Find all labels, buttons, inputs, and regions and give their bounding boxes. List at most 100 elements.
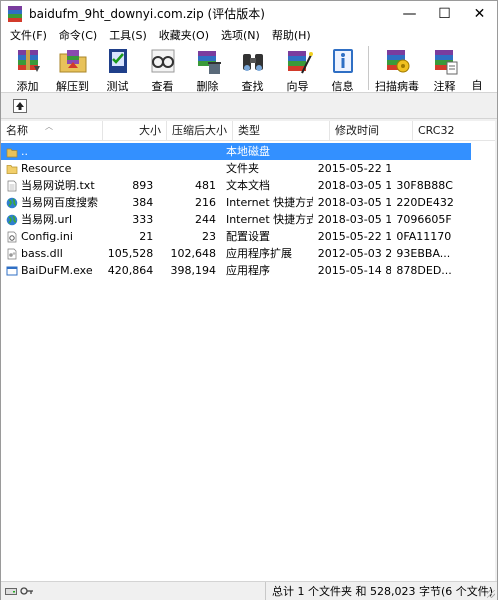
info-label: 信息 xyxy=(331,80,354,93)
delete-button[interactable]: 删除 xyxy=(185,43,230,93)
file-packed-size: 23 xyxy=(201,230,216,243)
status-left-pane xyxy=(1,582,266,600)
add-button[interactable]: 添加 xyxy=(5,43,50,93)
file-row[interactable]: Config.ini 21 23 配置设置 2015-05-22 1... 0FA1117… xyxy=(1,228,471,245)
column-type[interactable]: 类型 xyxy=(233,121,330,141)
file-size xyxy=(98,143,159,160)
column-modified-label: 修改时间 xyxy=(335,124,379,137)
column-modified[interactable]: 修改时间 xyxy=(330,121,413,141)
up-arrow-icon xyxy=(16,102,24,110)
file-size xyxy=(98,160,159,177)
maximize-button[interactable]: ☐ xyxy=(427,1,462,26)
file-size: 384 xyxy=(132,196,154,209)
add-label: 添加 xyxy=(16,80,39,93)
resize-grip[interactable] xyxy=(487,590,495,598)
sfx-button[interactable]: 自 xyxy=(467,43,487,93)
view-label: 查看 xyxy=(151,80,174,93)
test-icon xyxy=(102,46,134,76)
wizard-icon xyxy=(282,46,314,76)
file-size: 420,864 xyxy=(107,264,154,277)
file-crc32: 30F8B88C xyxy=(396,179,453,192)
text-file-icon xyxy=(6,180,18,192)
close-button[interactable]: ✕ xyxy=(462,1,497,26)
file-row[interactable]: Resource 文件夹 2015-05-22 1... xyxy=(1,160,471,177)
file-name: bass.dll xyxy=(1,245,98,262)
info-button[interactable]: 信息 xyxy=(320,43,365,93)
file-crc32: 93EBBA... xyxy=(396,247,451,260)
file-modified: 2012-05-03 2... xyxy=(317,247,392,260)
file-row[interactable]: bass.dll 105,528 102,648 应用程序扩展 2012-05-03 2… xyxy=(1,245,471,262)
status-bar: 总计 1 个文件夹 和 528,023 字节(6 个文件) xyxy=(1,581,497,600)
file-name-text: BaiDuFM.exe xyxy=(21,264,93,277)
menu-commands[interactable]: 命令(C) xyxy=(53,27,103,43)
menu-favorites[interactable]: 收藏夹(O) xyxy=(153,27,215,43)
column-size-label: 大小 xyxy=(139,124,161,137)
menu-tools[interactable]: 工具(S) xyxy=(103,27,153,43)
column-crc32-label: CRC32 xyxy=(418,124,455,137)
menu-file[interactable]: 文件(F) xyxy=(4,27,53,43)
key-icon xyxy=(20,587,33,595)
find-binoculars-icon xyxy=(237,46,269,76)
minimize-button[interactable]: — xyxy=(392,1,427,26)
extract-folder-icon xyxy=(57,46,89,76)
vertical-scrollbar[interactable] xyxy=(495,121,497,581)
scan-virus-label: 扫描病毒 xyxy=(375,80,419,93)
find-button[interactable]: 查找 xyxy=(230,43,275,93)
info-icon xyxy=(327,46,359,76)
extract-to-button[interactable]: 解压到 xyxy=(50,43,95,93)
file-row[interactable]: 当易网百度搜索... 384 216 Internet 快捷方式 2018-03-05 … xyxy=(1,194,471,211)
scan-virus-icon xyxy=(381,46,413,76)
internet-shortcut-icon xyxy=(6,197,18,209)
file-modified: 2018-03-05 1... xyxy=(317,196,392,209)
comment-button[interactable]: 注释 xyxy=(422,43,467,93)
title-bar[interactable]: baidufm_9ht_downyi.com.zip (评估版本) — ☐ ✕ xyxy=(1,1,497,26)
file-crc32: 220DE432 xyxy=(396,196,454,209)
menu-help[interactable]: 帮助(H) xyxy=(266,27,317,43)
wizard-label: 向导 xyxy=(286,80,309,93)
toolbar: 添加 解压到 测试 查看 删除 查找 向导 信息 扫描病毒 注释 自 xyxy=(1,43,497,93)
column-crc32[interactable]: CRC32 xyxy=(413,121,497,141)
file-packed-size: 398,194 xyxy=(170,264,216,277)
file-crc32: 7096605F xyxy=(396,213,452,226)
maximize-icon: ☐ xyxy=(438,5,451,22)
winrar-window: baidufm_9ht_downyi.com.zip (评估版本) — ☐ ✕ … xyxy=(0,0,498,600)
wizard-button[interactable]: 向导 xyxy=(275,43,320,93)
file-name: BaiDuFM.exe xyxy=(1,262,98,279)
file-row[interactable]: .. 本地磁盘 xyxy=(1,143,471,160)
menu-bar: 文件(F) 命令(C) 工具(S) 收藏夹(O) 选项(N) 帮助(H) xyxy=(1,26,497,43)
file-list: ︿ 名称 大小 压缩后大小 类型 修改时间 CRC32 .. 本地磁盘 Resourc… xyxy=(1,121,497,581)
scan-virus-button[interactable]: 扫描病毒 xyxy=(372,43,422,93)
file-name: .. xyxy=(1,143,98,160)
folder-icon xyxy=(6,163,18,175)
sfx-icon xyxy=(467,46,487,75)
file-row[interactable]: 当易网.url 333 244 Internet 快捷方式 2018-03-05 1..… xyxy=(1,211,471,228)
column-name-label: 名称 xyxy=(6,124,28,137)
file-type: 文件夹 xyxy=(225,162,259,175)
file-size: 893 xyxy=(132,179,154,192)
column-name[interactable]: ︿ 名称 xyxy=(1,121,103,141)
column-size[interactable]: 大小 xyxy=(103,121,167,141)
file-row[interactable]: 当易网说明.txt 893 481 文本文档 2018-03-05 1... 30F8B8… xyxy=(1,177,471,194)
file-type: 本地磁盘 xyxy=(225,145,270,158)
column-packed[interactable]: 压缩后大小 xyxy=(167,121,233,141)
file-crc32 xyxy=(391,143,471,160)
file-type: 应用程序扩展 xyxy=(225,247,292,260)
test-button[interactable]: 测试 xyxy=(95,43,140,93)
file-crc32: 0FA11170 xyxy=(396,230,452,243)
find-label: 查找 xyxy=(241,80,264,93)
file-size: 105,528 xyxy=(107,247,154,260)
file-type: 配置设置 xyxy=(225,230,270,243)
file-row[interactable]: BaiDuFM.exe 420,864 398,194 应用程序 2015-05-14 … xyxy=(1,262,471,279)
file-name-text: 当易网.url xyxy=(21,213,73,226)
menu-options[interactable]: 选项(N) xyxy=(215,27,266,43)
winrar-app-icon xyxy=(8,5,22,22)
internet-shortcut-icon xyxy=(6,214,18,226)
file-packed-size: 102,648 xyxy=(170,247,216,260)
view-button[interactable]: 查看 xyxy=(140,43,185,93)
up-folder-button[interactable] xyxy=(13,99,27,113)
file-size: 333 xyxy=(132,213,154,226)
file-name: 当易网百度搜索... xyxy=(1,194,98,211)
column-packed-label: 压缩后大小 xyxy=(172,124,227,137)
parent-folder-icon xyxy=(6,146,18,158)
file-name-text: 当易网说明.txt xyxy=(21,179,95,192)
